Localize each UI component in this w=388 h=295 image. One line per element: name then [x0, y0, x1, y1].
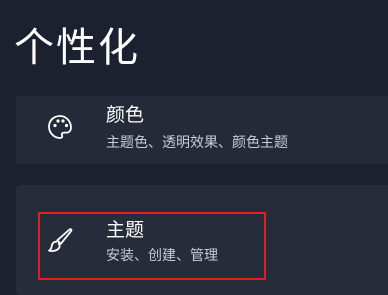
settings-item-colors-title: 颜色 [106, 104, 145, 126]
palette-icon [48, 115, 72, 139]
page-title: 个性化 [14, 25, 140, 71]
settings-item-colors-description: 主题色、透明效果、颜色主题 [106, 135, 288, 151]
highlight-box [38, 212, 266, 280]
